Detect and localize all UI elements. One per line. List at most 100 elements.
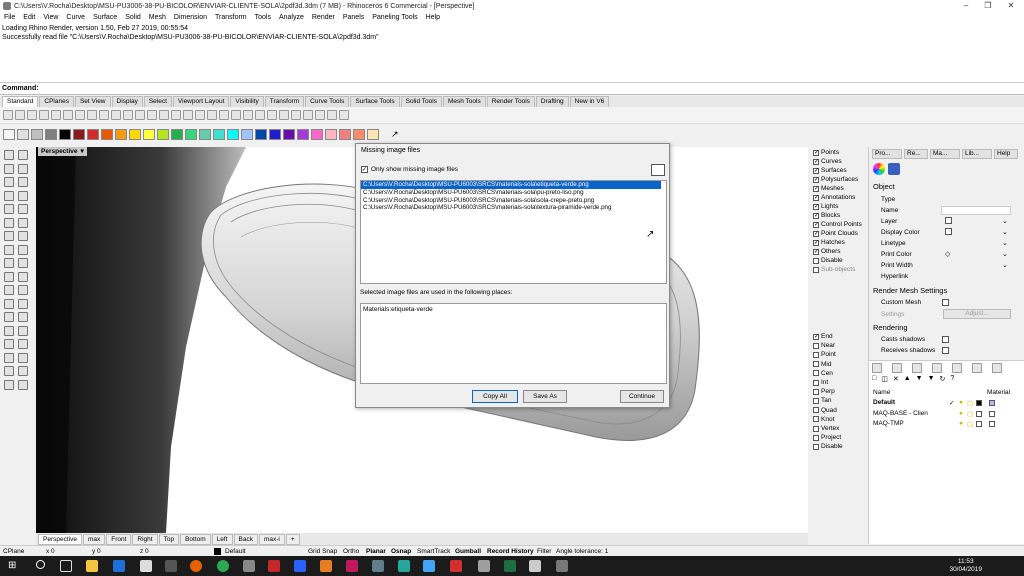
color-swatch[interactable]: [185, 128, 197, 140]
app-icon[interactable]: [140, 560, 152, 572]
tab-set-view[interactable]: Set View: [74, 96, 111, 107]
layer-visible-bulb-icon[interactable]: ●: [959, 420, 963, 427]
checkbox-box[interactable]: [813, 416, 819, 423]
zoom-window-icon[interactable]: [147, 110, 157, 120]
vp-tab-max-i[interactable]: max-i: [258, 533, 285, 545]
fillet-icon[interactable]: [18, 244, 28, 255]
filter-meshes-checkbox[interactable]: ✓ Meshes: [813, 185, 844, 192]
menu-analyze[interactable]: Analyze: [279, 14, 304, 21]
layer-row[interactable]: Default: [873, 399, 895, 406]
trim-icon[interactable]: [4, 325, 14, 336]
app-icon[interactable]: [294, 560, 306, 572]
missing-files-list[interactable]: C:\Users\V.Rocha\Desktop\MSU-PU6003\SRCS…: [360, 180, 667, 284]
chrome-icon[interactable]: [217, 560, 229, 572]
tab-display[interactable]: Display: [111, 96, 143, 107]
app-icon[interactable]: [346, 560, 358, 572]
filter-polysurfaces-checkbox[interactable]: ✓ Polysurfaces: [813, 176, 858, 183]
browse-image-icon[interactable]: [651, 164, 665, 176]
blocks-tab-icon[interactable]: [952, 363, 962, 373]
dimension-icon[interactable]: [18, 258, 28, 268]
planar-toggle[interactable]: Planar: [366, 548, 386, 555]
osnap-knot-checkbox[interactable]: Knot: [813, 416, 834, 423]
filter-disable-checkbox[interactable]: Disable: [813, 257, 843, 264]
save-icon[interactable]: [27, 110, 37, 120]
filter-hatches-checkbox[interactable]: ✓ Hatches: [813, 239, 845, 246]
name-field[interactable]: [941, 206, 1011, 215]
tab-new-in-v6[interactable]: New in V6: [569, 96, 610, 107]
filter-icon[interactable]: ▼: [928, 375, 935, 385]
mesh-icon[interactable]: [4, 258, 14, 268]
layer-color-box[interactable]: [976, 410, 982, 417]
osnap-cen-checkbox[interactable]: Cen: [813, 370, 833, 377]
checkbox-box[interactable]: [813, 379, 819, 386]
cut-icon[interactable]: [63, 110, 73, 120]
filter-surfaces-checkbox[interactable]: ✓ Surfaces: [813, 167, 847, 174]
vp-tab-max[interactable]: max: [82, 533, 106, 545]
color-swatch[interactable]: [325, 128, 337, 140]
color-swatch[interactable]: [101, 128, 113, 140]
rectangle-icon[interactable]: [18, 190, 28, 201]
help-icon[interactable]: [339, 110, 349, 120]
named-view-tab-icon[interactable]: [992, 363, 1002, 373]
minimize-icon[interactable]: –: [955, 0, 977, 12]
mirror-icon[interactable]: [4, 312, 14, 322]
viewport-label[interactable]: Perspective ▾: [38, 147, 87, 156]
undo-icon[interactable]: [99, 110, 109, 120]
layer-lock-icon[interactable]: ▢: [967, 410, 973, 418]
custom-mesh-checkbox[interactable]: [942, 299, 949, 306]
zoom-selected-icon[interactable]: [171, 110, 181, 120]
cplane-icon[interactable]: [195, 110, 205, 120]
tab-surface-tools[interactable]: Surface Tools: [350, 96, 400, 107]
move-down-icon[interactable]: ▼: [916, 375, 923, 385]
checkbox-box[interactable]: ✓: [813, 158, 819, 165]
filter-others-checkbox[interactable]: ✓ Others: [813, 248, 841, 255]
search-icon[interactable]: [36, 560, 45, 569]
checkbox-box[interactable]: [813, 434, 819, 441]
checkbox-box[interactable]: ✓: [813, 333, 819, 340]
app-icon[interactable]: [243, 560, 255, 572]
sphere-icon[interactable]: [18, 231, 28, 241]
chevron-down-icon[interactable]: ⌄: [1002, 261, 1008, 269]
color-swatch[interactable]: [255, 128, 267, 140]
excel-icon[interactable]: [504, 560, 516, 572]
color-swatch[interactable]: [311, 128, 323, 140]
lights-icon[interactable]: [18, 379, 28, 390]
move-up-icon[interactable]: ▲: [904, 375, 911, 385]
continue-button[interactable]: Continue: [620, 390, 664, 403]
osnap-quad-checkbox[interactable]: Quad: [813, 407, 837, 414]
color-swatch[interactable]: [199, 128, 211, 140]
task-view-icon[interactable]: [60, 560, 72, 572]
hatch-icon[interactable]: [18, 271, 28, 282]
curve-icon[interactable]: [18, 163, 28, 174]
color-swatch[interactable]: [367, 128, 379, 140]
app-icon[interactable]: [372, 560, 384, 572]
current-layer-check-icon[interactable]: ✓: [949, 399, 954, 407]
color-swatch[interactable]: [87, 128, 99, 140]
list-item[interactable]: C:\Users\V.Rocha\Desktop\MSU-PU6003\SRCS…: [361, 197, 666, 205]
filter-toggle[interactable]: Filter: [537, 548, 551, 555]
join-icon[interactable]: [4, 339, 14, 349]
tab-help[interactable]: Help: [994, 149, 1018, 159]
copy-icon[interactable]: [18, 285, 28, 295]
menu-panels[interactable]: Panels: [343, 14, 364, 21]
checkbox-box[interactable]: ✓: [813, 176, 819, 183]
layer-lock-icon[interactable]: ▢: [967, 420, 973, 428]
checkbox-box[interactable]: [813, 425, 819, 432]
circle-icon[interactable]: [4, 177, 14, 187]
command-prompt[interactable]: Command:: [0, 83, 1024, 95]
vp-tab-left[interactable]: Left: [211, 533, 233, 545]
menu-tools[interactable]: Tools: [255, 14, 271, 21]
app-icon[interactable]: [320, 560, 332, 572]
filter-lights-checkbox[interactable]: ✓ Lights: [813, 203, 838, 210]
copy-all-button[interactable]: Copy All: [472, 390, 518, 403]
menu-edit[interactable]: Edit: [23, 14, 35, 21]
list-item[interactable]: C:\Users\V.Rocha\Desktop\MSU-PU6003\SRCS…: [361, 204, 666, 212]
checkbox-box[interactable]: ✓: [813, 239, 819, 246]
vp-tab-top[interactable]: Top: [158, 533, 180, 545]
save-as-button[interactable]: Save As: [523, 390, 567, 403]
osnap-toggle[interactable]: Osnap: [391, 548, 411, 555]
menu-render[interactable]: Render: [312, 14, 335, 21]
osnap-int-checkbox[interactable]: Int: [813, 379, 828, 386]
display-color-box[interactable]: [945, 228, 952, 235]
zoom-icon[interactable]: [135, 110, 145, 120]
